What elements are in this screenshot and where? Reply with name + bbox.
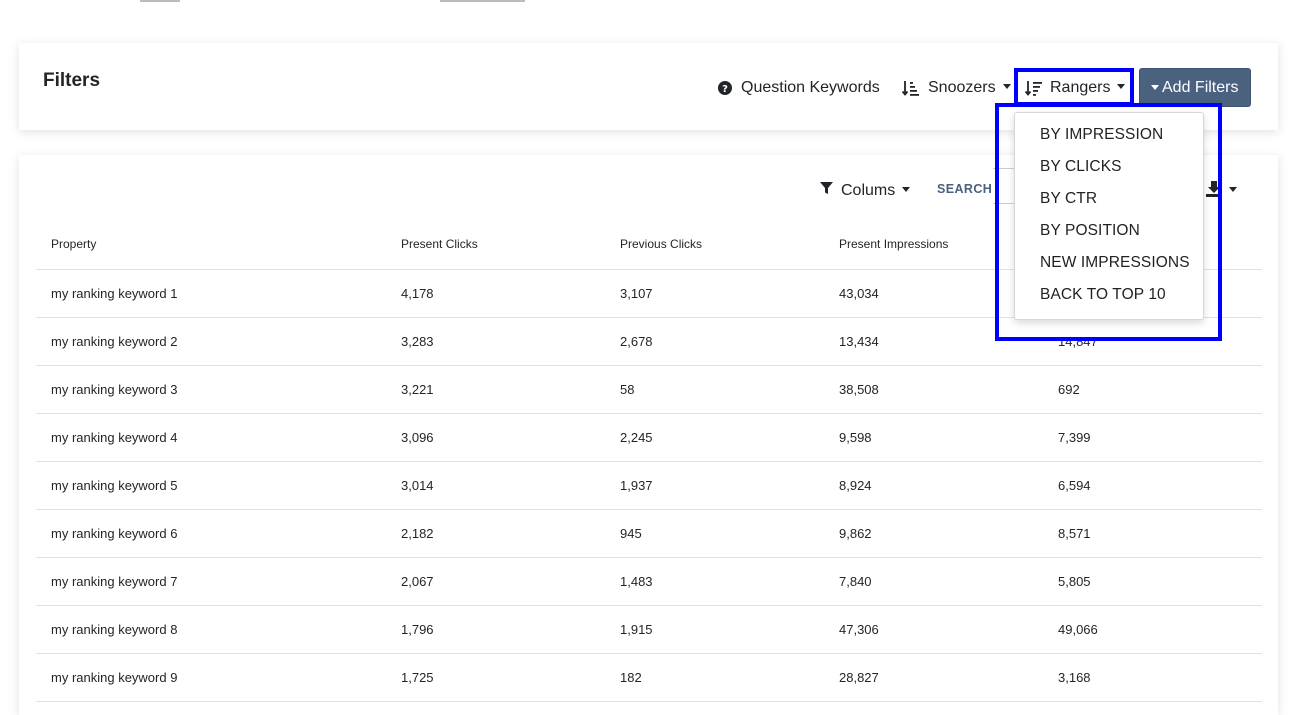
present-impressions-cell: 9,598 <box>824 413 1043 462</box>
chevron-down-icon <box>1151 85 1159 90</box>
filters-title: Filters <box>43 70 101 91</box>
menu-item-by-clicks[interactable]: BY CLICKS <box>1040 158 1122 176</box>
previous-impressions-cell: 49,066 <box>1043 605 1262 654</box>
svg-text:?: ? <box>722 84 728 95</box>
columns-label: Colums <box>841 182 896 199</box>
menu-item-by-position[interactable]: BY POSITION <box>1040 222 1140 240</box>
previous-impressions-cell: 6,594 <box>1043 461 1262 510</box>
present-clicks-cell: 3,283 <box>386 317 605 366</box>
previous-clicks-cell: 2,245 <box>605 413 824 462</box>
rangers-label: Rangers <box>1050 79 1111 96</box>
previous-clicks-cell: 3,107 <box>605 269 824 318</box>
download-dropdown-button[interactable] <box>1206 181 1237 202</box>
present-impressions-cell: 9,862 <box>824 509 1043 558</box>
present-clicks-cell: 1,725 <box>386 653 605 702</box>
previous-impressions-cell: 692 <box>1043 365 1262 414</box>
sort-desc-icon <box>1025 80 1042 97</box>
snoozers-dropdown-button[interactable]: Snoozers <box>902 79 1011 97</box>
previous-clicks-cell: 58 <box>605 365 824 414</box>
previous-impressions-cell: 8,571 <box>1043 509 1262 558</box>
present-impressions-cell: 47,306 <box>824 605 1043 654</box>
search-button[interactable]: SEARCH <box>937 182 992 196</box>
previous-clicks-cell: 2,678 <box>605 317 824 366</box>
present-impressions-cell: 43,034 <box>824 269 1043 318</box>
table-row: my ranking keyword 5 3,014 1,937 8,924 6,594 <box>36 461 1262 510</box>
previous-impressions-cell: 5,805 <box>1043 557 1262 606</box>
present-clicks-cell: 3,221 <box>386 365 605 414</box>
columns-dropdown-button[interactable]: Colums <box>820 182 911 200</box>
present-impressions-cell: 28,827 <box>824 653 1043 702</box>
filter-icon <box>820 182 833 200</box>
question-circle-icon: ? <box>718 81 732 95</box>
table-row: my ranking keyword 2 3,283 2,678 13,434 14,8… <box>36 317 1262 366</box>
menu-item-new-impressions[interactable]: NEW IMPRESSIONS <box>1040 254 1190 272</box>
snoozers-label: Snoozers <box>928 79 996 96</box>
chevron-down-icon <box>1002 83 1011 89</box>
keyword-cell: my ranking keyword 3 <box>36 365 386 414</box>
present-impressions-cell: 7,840 <box>824 557 1043 606</box>
keyword-cell: my ranking keyword 5 <box>36 461 386 510</box>
keyword-cell: my ranking keyword 9 <box>36 653 386 702</box>
menu-item-by-impression[interactable]: BY IMPRESSION <box>1040 126 1163 144</box>
previous-clicks-cell: 1,937 <box>605 461 824 510</box>
previous-impressions-cell: 7,399 <box>1043 413 1262 462</box>
present-clicks-cell: 4,178 <box>386 269 605 318</box>
present-impressions-cell: 13,434 <box>824 317 1043 366</box>
previous-clicks-cell: 1,915 <box>605 605 824 654</box>
sort-amount-icon <box>902 80 919 97</box>
keyword-cell: my ranking keyword 8 <box>36 605 386 654</box>
previous-impressions-cell: 14,847 <box>1043 317 1262 366</box>
add-filters-label: Add Filters <box>1162 78 1239 96</box>
cropped-header-text <box>0 0 1300 12</box>
download-icon <box>1206 181 1222 202</box>
keyword-cell: my ranking keyword 1 <box>36 269 386 318</box>
chevron-down-icon <box>902 186 911 192</box>
table-row: my ranking keyword 9 1,725 182 28,827 3,168 <box>36 653 1262 702</box>
present-impressions-cell: 8,924 <box>824 461 1043 510</box>
present-impressions-cell: 38,508 <box>824 365 1043 414</box>
menu-item-back-to-top-10[interactable]: BACK TO TOP 10 <box>1040 286 1166 304</box>
table-row: my ranking keyword 7 2,067 1,483 7,840 5,805 <box>36 557 1262 606</box>
table-row: my ranking keyword 3 3,221 58 38,508 692 <box>36 365 1262 414</box>
previous-impressions-cell: 3,168 <box>1043 653 1262 702</box>
keyword-cell: my ranking keyword 4 <box>36 413 386 462</box>
rangers-dropdown-menu: BY IMPRESSION BY CLICKS BY CTR BY POSITI… <box>1014 112 1204 320</box>
column-header-present-clicks[interactable]: Present Clicks <box>386 219 605 270</box>
column-header-present-impressions[interactable]: Present Impressions <box>824 219 1043 270</box>
chevron-down-icon <box>1229 187 1237 192</box>
keyword-cell: my ranking keyword 6 <box>36 509 386 558</box>
present-clicks-cell: 3,014 <box>386 461 605 510</box>
present-clicks-cell: 3,096 <box>386 413 605 462</box>
column-header-previous-clicks[interactable]: Previous Clicks <box>605 219 824 270</box>
question-keywords-label: Question Keywords <box>741 79 880 96</box>
table-row: my ranking keyword 8 1,796 1,915 47,306 49,0… <box>36 605 1262 654</box>
previous-clicks-cell: 945 <box>605 509 824 558</box>
column-header-property[interactable]: Property <box>36 219 386 270</box>
table-row: my ranking keyword 6 2,182 945 9,862 8,571 <box>36 509 1262 558</box>
present-clicks-cell: 1,796 <box>386 605 605 654</box>
present-clicks-cell: 2,067 <box>386 557 605 606</box>
add-filters-button[interactable]: Add Filters <box>1139 68 1252 107</box>
rangers-dropdown-button[interactable]: Rangers <box>1025 79 1126 97</box>
previous-clicks-cell: 182 <box>605 653 824 702</box>
table-row: my ranking keyword 4 3,096 2,245 9,598 7,399 <box>36 413 1262 462</box>
previous-clicks-cell: 1,483 <box>605 557 824 606</box>
present-clicks-cell: 2,182 <box>386 509 605 558</box>
keyword-cell: my ranking keyword 7 <box>36 557 386 606</box>
menu-item-by-ctr[interactable]: BY CTR <box>1040 190 1097 208</box>
question-keywords-button[interactable]: ? Question Keywords <box>718 79 880 97</box>
keyword-cell: my ranking keyword 2 <box>36 317 386 366</box>
chevron-down-icon <box>1117 83 1126 89</box>
